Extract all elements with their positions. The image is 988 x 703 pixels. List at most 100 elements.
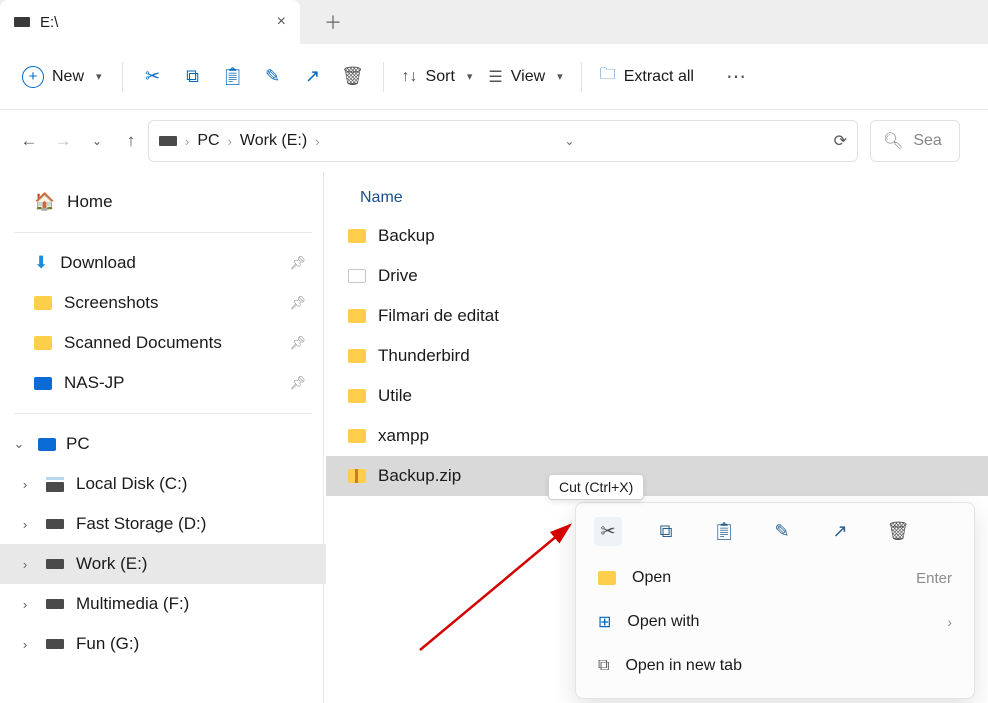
pin-icon: 📌︎	[289, 335, 306, 351]
list-item[interactable]: Utile	[326, 376, 988, 416]
sidebar-item-pc[interactable]: ⌄ PC	[0, 424, 326, 464]
context-rename-button[interactable]: ✎	[768, 521, 796, 542]
extract-all-button[interactable]: 🗀 Extract all	[592, 63, 702, 90]
sidebar-item-label: Screenshots	[64, 293, 159, 313]
list-item[interactable]: Backup	[326, 216, 988, 256]
address-dropdown[interactable]: ⌄	[565, 134, 575, 148]
view-label: View	[511, 68, 545, 86]
sidebar-item-label: Download	[60, 253, 136, 273]
sidebar-drive-c[interactable]: › Local Disk (C:)	[0, 464, 326, 504]
back-button[interactable]: ←	[12, 131, 46, 151]
history-dropdown[interactable]: ⌄	[80, 134, 114, 148]
chevron-down-icon[interactable]: ⌄	[10, 436, 28, 452]
view-button[interactable]: ☰ View ▾	[480, 67, 570, 87]
pc-icon	[38, 438, 56, 451]
address-bar[interactable]: › PC › Work (E:) › ⌄ ⟳	[148, 120, 858, 162]
drive-icon	[46, 477, 64, 492]
drive-icon	[159, 136, 177, 146]
extract-label: Extract all	[624, 68, 694, 86]
sidebar-item-label: Scanned Documents	[64, 333, 222, 353]
drive-label: Fast Storage (D:)	[76, 514, 206, 534]
list-item[interactable]: Filmari de editat	[326, 296, 988, 336]
chevron-down-icon: ▾	[467, 70, 473, 83]
sidebar-item-scanned-documents[interactable]: Scanned Documents 📌︎	[0, 323, 326, 363]
chevron-right-icon[interactable]: ›	[16, 517, 34, 532]
context-label: Open	[632, 569, 671, 587]
new-tab-button[interactable]: ＋	[324, 9, 342, 35]
sidebar-item-home[interactable]: 🏠 Home	[0, 182, 326, 222]
sidebar-item-label: NAS-JP	[64, 373, 124, 393]
context-open-with[interactable]: ⊞ Open with ›	[582, 600, 968, 644]
sort-button[interactable]: ↑↓ Sort ▾	[394, 68, 481, 86]
chevron-right-icon[interactable]: ›	[16, 597, 34, 612]
chevron-down-icon: ▾	[96, 70, 102, 83]
list-item[interactable]: Drive	[326, 256, 988, 296]
context-delete-button[interactable]: 🗑︎	[884, 521, 912, 542]
sidebar-drive-d[interactable]: › Fast Storage (D:)	[0, 504, 326, 544]
item-label: Drive	[378, 266, 418, 286]
monitor-icon	[34, 377, 52, 390]
chevron-right-icon: ›	[315, 134, 319, 149]
tooltip-cut: Cut (Ctrl+X)	[548, 474, 644, 500]
chevron-right-icon[interactable]: ›	[16, 477, 34, 492]
context-open[interactable]: Open Enter	[582, 556, 968, 600]
refresh-button[interactable]: ⟳	[834, 131, 847, 151]
sort-icon: ↑↓	[402, 68, 418, 86]
pin-icon: 📌︎	[289, 375, 306, 391]
item-label: Thunderbird	[378, 346, 470, 366]
new-tab-icon: ⧉	[598, 657, 609, 675]
new-button[interactable]: + New ▾	[12, 60, 112, 94]
active-tab[interactable]: E:\ ×	[0, 0, 300, 44]
more-button[interactable]: ⋯	[726, 64, 748, 89]
context-cut-button[interactable]: ✂	[594, 517, 622, 546]
chevron-down-icon: ▾	[557, 70, 563, 83]
search-icon: 🔍︎	[883, 131, 903, 151]
pin-icon: 📌︎	[289, 295, 306, 311]
list-item[interactable]: Thunderbird	[326, 336, 988, 376]
chevron-right-icon[interactable]: ›	[16, 557, 34, 572]
breadcrumb-drive[interactable]: Work (E:)	[240, 132, 307, 150]
drive-label: Local Disk (C:)	[76, 474, 187, 494]
tab-title: E:\	[40, 14, 58, 31]
drive-icon	[46, 599, 64, 609]
home-label: Home	[67, 192, 112, 212]
context-copy-button[interactable]: ⧉	[652, 521, 680, 542]
delete-button[interactable]: 🗑︎	[333, 66, 373, 87]
context-open-new-tab[interactable]: ⧉ Open in new tab	[582, 644, 968, 688]
item-label: Utile	[378, 386, 412, 406]
chevron-right-icon: ›	[947, 614, 952, 630]
close-icon[interactable]: ×	[277, 13, 286, 31]
navigation-row: ← → ⌄ ↑ › PC › Work (E:) › ⌄ ⟳ 🔍︎ Sea	[0, 110, 988, 172]
pane-splitter[interactable]	[323, 172, 324, 703]
column-label: Name	[360, 189, 403, 207]
search-input[interactable]: 🔍︎ Sea	[870, 120, 960, 162]
extract-icon: 🗀	[600, 63, 616, 90]
sort-label: Sort	[426, 68, 455, 86]
home-icon: 🏠	[34, 192, 55, 212]
sidebar-item-screenshots[interactable]: Screenshots 📌︎	[0, 283, 326, 323]
pc-label: PC	[66, 434, 90, 454]
breadcrumb-pc[interactable]: PC	[197, 132, 219, 150]
share-button[interactable]: ↗	[293, 66, 333, 87]
column-header-name[interactable]: Name	[326, 180, 988, 216]
copy-button[interactable]: ⧉	[173, 66, 213, 87]
chevron-right-icon: ›	[228, 134, 232, 149]
paste-button[interactable]: 📋︎	[213, 66, 253, 87]
folder-icon	[348, 429, 366, 443]
open-with-icon: ⊞	[598, 612, 611, 632]
chevron-right-icon[interactable]: ›	[16, 637, 34, 652]
sidebar-drive-f[interactable]: › Multimedia (F:)	[0, 584, 326, 624]
up-button[interactable]: ↑	[114, 131, 148, 151]
cut-button[interactable]: ✂	[133, 66, 173, 87]
rename-button[interactable]: ✎	[253, 66, 293, 87]
list-item[interactable]: xampp	[326, 416, 988, 456]
sidebar-item-nas-jp[interactable]: NAS-JP 📌︎	[0, 363, 326, 403]
list-item-selected[interactable]: Backup.zip	[326, 456, 988, 496]
sidebar-item-download[interactable]: ⬇ Download 📌︎	[0, 243, 326, 283]
forward-button[interactable]: →	[46, 131, 80, 151]
sidebar-drive-g[interactable]: › Fun (G:)	[0, 624, 326, 664]
folder-icon	[348, 349, 366, 363]
context-share-button[interactable]: ↗	[826, 521, 854, 542]
sidebar-drive-e[interactable]: › Work (E:)	[0, 544, 326, 584]
context-paste-button[interactable]: 📋︎	[710, 521, 738, 542]
